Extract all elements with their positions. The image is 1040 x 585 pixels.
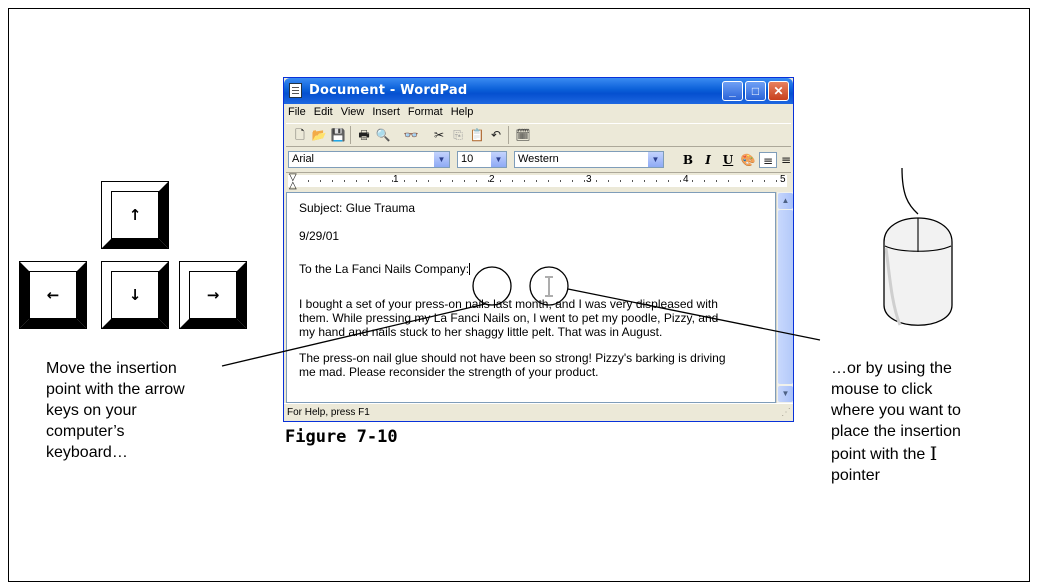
right-caption-line: place the insertion (831, 423, 961, 440)
left-caption-line: keyboard… (46, 444, 128, 461)
right-caption-line: point with the I (831, 445, 937, 464)
right-caption-line: where you want to (831, 402, 961, 419)
right-caption-line: …or by using the (831, 360, 952, 377)
callout-overlay (221, 167, 953, 367)
left-callout-line (221, 303, 486, 367)
right-caption-text: point with the (831, 446, 926, 463)
figure-label: Figure 7-10 (285, 427, 398, 447)
right-callout-line (567, 288, 821, 341)
ibeam-cursor-icon (545, 276, 553, 297)
left-caption-line: keys on your (46, 402, 137, 419)
right-caption-line: mouse to click (831, 381, 933, 398)
insertion-point-callout-circle (472, 266, 512, 306)
ibeam-pointer-icon: I (929, 443, 938, 465)
mouse-icon (883, 167, 953, 326)
left-caption-line: computer’s (46, 423, 125, 440)
left-caption-line: Move the insertion (46, 360, 177, 377)
right-caption-line: pointer (831, 467, 880, 484)
left-caption-line: point with the arrow (46, 381, 185, 398)
